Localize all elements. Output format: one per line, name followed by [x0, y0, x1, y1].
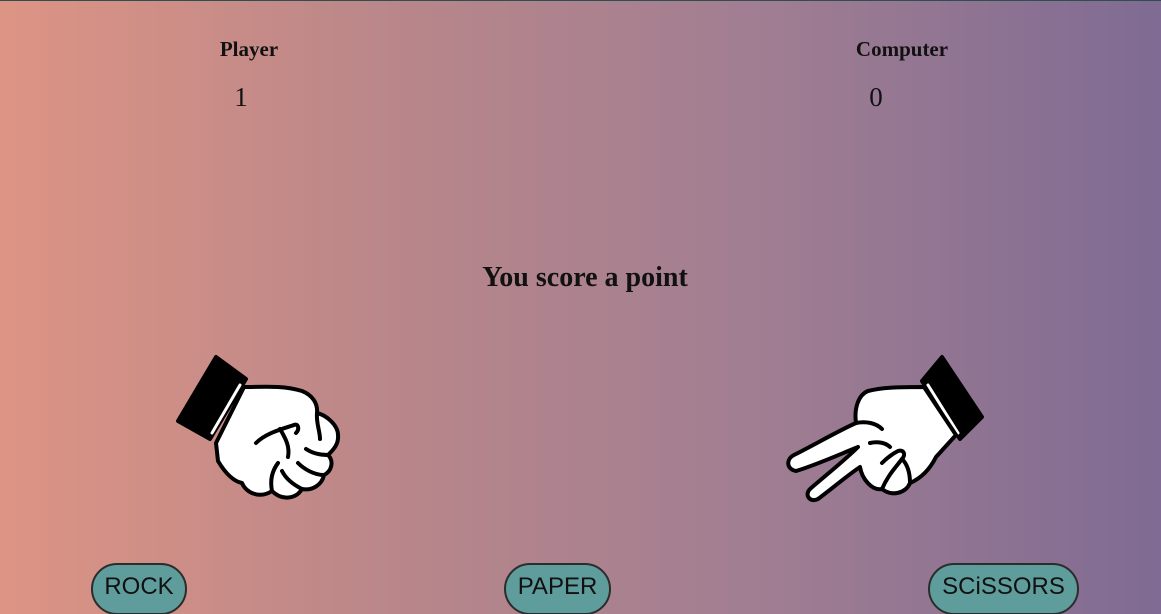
player-score-value: 1	[234, 82, 248, 112]
player-label: Player	[219, 37, 279, 61]
rock-fist-icon	[170, 351, 350, 511]
rock-button[interactable]: ROCK	[91, 563, 187, 614]
computer-score-value: 0	[869, 82, 883, 112]
scissors-button[interactable]: SCiSSORS	[928, 563, 1079, 614]
computer-score-panel: Computer 0	[840, 37, 964, 112]
computer-label: Computer	[855, 37, 949, 61]
player-score-panel: Player 1	[205, 37, 293, 112]
paper-button[interactable]: PAPER	[504, 563, 611, 614]
result-message: You score a point	[482, 262, 688, 293]
scissors-hand-icon	[782, 351, 997, 511]
